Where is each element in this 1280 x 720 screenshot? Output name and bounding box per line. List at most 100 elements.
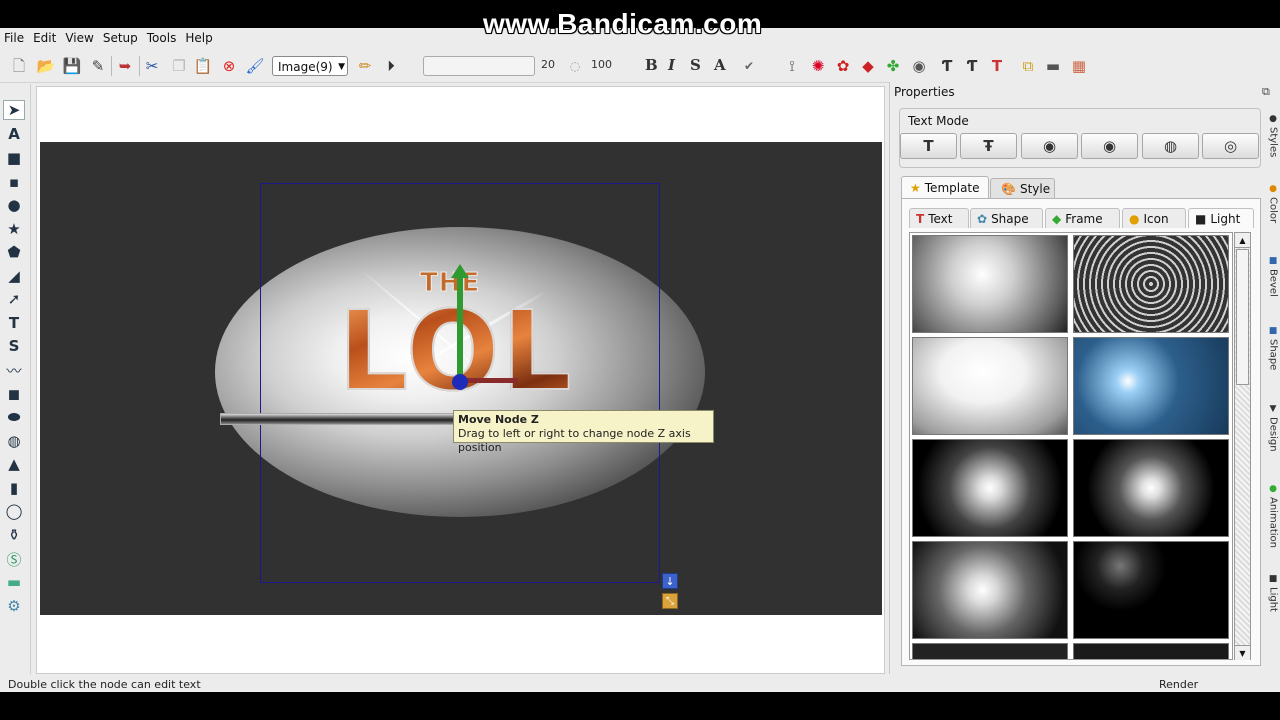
menu-view[interactable]: View xyxy=(61,31,98,45)
light-thumbnail[interactable] xyxy=(1073,643,1229,659)
cut-icon[interactable]: ✂ xyxy=(141,55,163,77)
cube-icon[interactable]: ◆ xyxy=(857,55,879,77)
globe-icon[interactable]: ◉ xyxy=(908,55,930,77)
cone-icon[interactable]: ▲ xyxy=(3,454,25,474)
new-icon[interactable]: 🗋 xyxy=(8,55,30,77)
y-axis-handle[interactable] xyxy=(457,274,463,382)
bold-button[interactable]: B xyxy=(645,56,658,74)
layers-icon[interactable]: ⧉ xyxy=(1017,55,1039,77)
paste-icon[interactable]: 📋 xyxy=(192,55,214,77)
scroll-thumb[interactable] xyxy=(1236,249,1249,385)
text-tool-icon[interactable]: Ƭ xyxy=(936,55,958,77)
star-icon[interactable]: ★ xyxy=(3,219,25,239)
sub-tab-shape[interactable]: ✿ Shape xyxy=(970,208,1043,228)
ellipse-icon[interactable]: ● xyxy=(3,195,25,215)
sub-tab-text[interactable]: T Text xyxy=(909,208,969,228)
copy-icon[interactable]: ❐ xyxy=(168,55,190,77)
light-thumbnail[interactable] xyxy=(912,439,1068,537)
text-color-button[interactable]: A xyxy=(714,56,726,74)
tab-style[interactable]: 🎨 Style xyxy=(990,178,1055,198)
pencil-icon[interactable]: ✏ xyxy=(354,55,376,77)
save-as-icon[interactable]: ✎ xyxy=(87,55,109,77)
rectangle-icon[interactable]: ■ xyxy=(3,148,25,168)
scroll-down-icon[interactable]: ▼ xyxy=(1235,645,1250,660)
side-tab-color[interactable]: ● Color xyxy=(1266,184,1280,223)
light-thumbnail[interactable] xyxy=(912,337,1068,435)
light-thumbnail[interactable] xyxy=(912,235,1068,333)
side-tab-shape[interactable]: ■ Shape xyxy=(1266,326,1280,370)
rounded-rect-icon[interactable]: ▪ xyxy=(3,172,25,192)
font-size-value[interactable]: 20 xyxy=(541,58,555,71)
align-icon[interactable]: ✔ xyxy=(738,55,760,77)
torus-icon[interactable]: ◯ xyxy=(3,501,25,521)
gear-icon[interactable]: ⚙ xyxy=(3,596,25,616)
text-mode-ring-button[interactable]: ◎ xyxy=(1202,133,1259,159)
menu-file[interactable]: File xyxy=(0,31,29,45)
menu-tools[interactable]: Tools xyxy=(143,31,182,45)
save-icon[interactable]: 💾 xyxy=(61,55,83,77)
text-mode-soft-button[interactable]: ◍ xyxy=(1142,133,1199,159)
text-box-icon[interactable]: T xyxy=(3,313,25,333)
light-thumbnail[interactable] xyxy=(912,541,1068,639)
x-axis-handle[interactable] xyxy=(463,378,518,383)
pointer-icon[interactable]: ➤ xyxy=(3,100,25,120)
export-icon[interactable]: ➥ xyxy=(114,55,136,77)
light-thumbnail[interactable] xyxy=(1073,337,1229,435)
font-select[interactable] xyxy=(423,56,535,76)
side-tab-styles[interactable]: ● Styles xyxy=(1266,114,1280,157)
delete-icon[interactable]: ⊗ xyxy=(218,55,240,77)
s-shape-icon[interactable]: Ⓢ xyxy=(3,549,25,569)
render-stage[interactable]: THE LOL ↓ ⤡ xyxy=(40,142,882,615)
template-scrollbar[interactable]: ▲ ▼ xyxy=(1234,232,1251,660)
text-mode-round-button[interactable]: ◉ xyxy=(1021,133,1078,159)
text-a-icon[interactable]: A xyxy=(3,124,25,144)
scroll-up-icon[interactable]: ▲ xyxy=(1235,233,1250,248)
text-node-lol[interactable]: LOL xyxy=(337,295,574,407)
effect-icon[interactable]: ✺ xyxy=(807,55,829,77)
sub-tab-light[interactable]: ■ Light xyxy=(1188,208,1254,228)
puzzle-icon[interactable]: ✤ xyxy=(882,55,904,77)
image-icon[interactable]: ▬ xyxy=(3,572,25,592)
text-mode-bevel-button[interactable]: ◉ xyxy=(1081,133,1138,159)
tab-template[interactable]: ★ Template xyxy=(901,176,989,198)
zoom-value[interactable]: 100 xyxy=(591,58,612,71)
scale-handle-icon[interactable]: ⤡ xyxy=(662,593,678,609)
arrow-icon[interactable]: ➚ xyxy=(3,289,25,309)
gift-icon[interactable]: ✿ xyxy=(832,55,854,77)
color-bar-icon[interactable]: ▦ xyxy=(1068,55,1090,77)
media-icon[interactable]: ▬ xyxy=(1042,55,1064,77)
side-tab-light[interactable]: ■ Light xyxy=(1266,574,1280,612)
text-mode-flat-button[interactable]: T xyxy=(900,133,957,159)
light-thumbnail[interactable] xyxy=(912,643,1068,659)
text-style-icon[interactable]: Ƭ xyxy=(961,55,983,77)
strike-button[interactable]: S xyxy=(690,56,701,74)
text-effect-icon[interactable]: T xyxy=(986,55,1008,77)
side-tab-animation[interactable]: ● Animation xyxy=(1266,484,1280,548)
size-spinner-icon[interactable]: ◌ xyxy=(564,55,586,77)
brush-icon[interactable]: 🖌 xyxy=(244,55,266,77)
move-down-icon[interactable]: ↓ xyxy=(662,573,678,589)
light-thumbnail[interactable] xyxy=(1073,541,1229,639)
pentagon-icon[interactable]: ⬟ xyxy=(3,242,25,262)
play-icon[interactable]: ⏵ xyxy=(380,55,402,77)
symbol-icon[interactable]: S xyxy=(3,336,25,356)
sub-tab-frame[interactable]: ◆ Frame xyxy=(1045,208,1120,228)
menu-edit[interactable]: Edit xyxy=(29,31,61,45)
side-tab-design[interactable]: ▼ Design xyxy=(1266,404,1280,452)
bottle-icon[interactable]: ⚱ xyxy=(3,525,25,545)
light-thumbnail[interactable] xyxy=(1073,439,1229,537)
text-mode-extrude-button[interactable]: Ŧ xyxy=(960,133,1017,159)
z-axis-handle[interactable] xyxy=(452,374,468,390)
sub-tab-icon[interactable]: ● Icon xyxy=(1122,208,1186,228)
side-tab-bevel[interactable]: ■ Bevel xyxy=(1266,256,1280,297)
light-thumbnail[interactable] xyxy=(1073,235,1229,333)
italic-button[interactable]: I xyxy=(668,56,675,74)
image-select[interactable]: Image(9) ▼ xyxy=(272,56,348,76)
cylinder-icon[interactable]: ⬬ xyxy=(3,407,25,427)
menu-setup[interactable]: Setup xyxy=(99,31,143,45)
box-3d-icon[interactable]: ◼ xyxy=(3,384,25,404)
path-icon[interactable]: 〰 xyxy=(3,360,25,380)
tube-icon[interactable]: ▮ xyxy=(3,478,25,498)
menu-help[interactable]: Help xyxy=(181,31,217,45)
open-folder-icon[interactable]: 📂 xyxy=(35,55,57,77)
